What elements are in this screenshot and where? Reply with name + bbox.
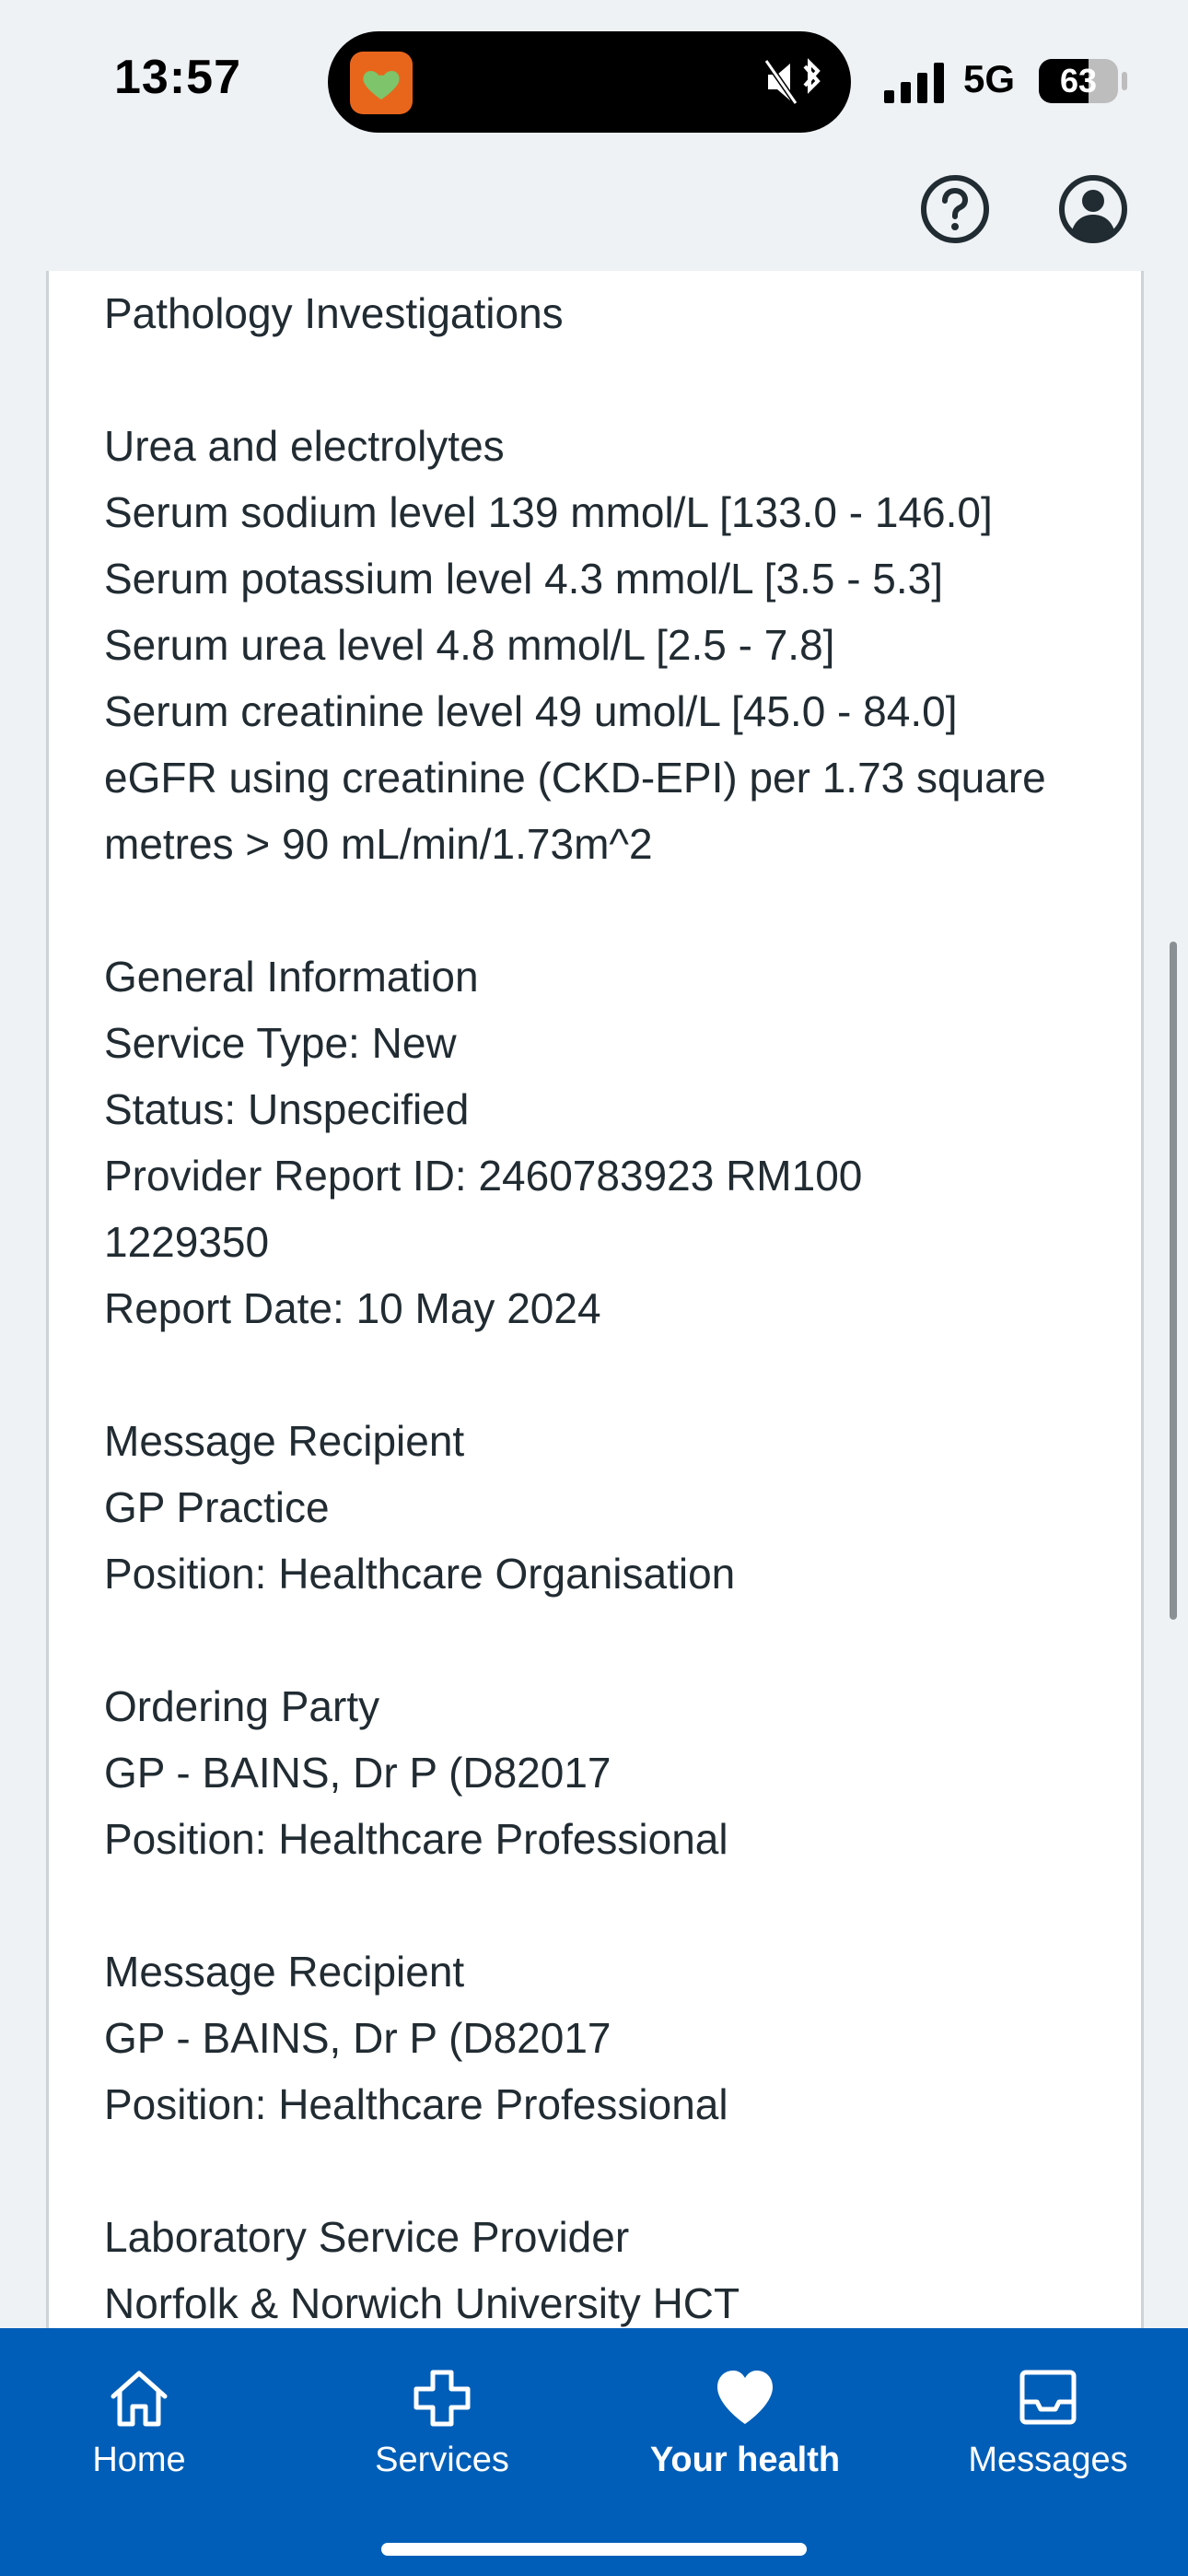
dynamic-island[interactable] <box>328 31 851 133</box>
report-line: Serum urea level 4.8 mmol/L [2.5 - 7.8] <box>104 621 835 669</box>
report-line: General Information <box>104 953 479 1001</box>
heart-icon <box>717 2371 773 2424</box>
status-time: 13:57 <box>114 51 241 104</box>
report-line: metres > 90 mL/min/1.73m^2 <box>104 820 653 868</box>
report-line: Ordering Party <box>104 1682 380 1730</box>
spacer-line <box>104 1872 1141 1938</box>
report-line: Message Recipient <box>104 1948 465 1996</box>
account-icon[interactable] <box>1057 173 1129 245</box>
inbox-icon <box>1019 2370 1077 2425</box>
report-line: Message Recipient <box>104 1417 465 1465</box>
report-line: GP - BAINS, Dr P (D82017 <box>104 1749 611 1797</box>
nav-your-health-label: Your health <box>649 2441 841 2479</box>
report-line: Provider Report ID: 2460783923 RM100 <box>104 1152 863 1200</box>
bluetooth-icon <box>803 58 821 94</box>
home-indicator[interactable] <box>381 2543 807 2556</box>
report-line: Serum potassium level 4.3 mmol/L [3.5 - … <box>104 555 944 603</box>
report-line: Service Type: New <box>104 1019 457 1067</box>
report-card[interactable]: Pathology Investigations Urea and electro… <box>46 271 1144 2335</box>
silent-mode-icon <box>764 58 821 105</box>
nav-home[interactable]: Home <box>1 2365 277 2503</box>
report-line: GP Practice <box>104 1483 330 1531</box>
app-activity-icon[interactable] <box>350 52 413 114</box>
report-line: eGFR using creatinine (CKD-EPI) per 1.73… <box>104 754 1046 802</box>
spacer-line <box>104 2137 1141 2204</box>
scrollbar[interactable] <box>1170 942 1177 1620</box>
report-line: Serum creatinine level 49 umol/L [45.0 -… <box>104 687 958 735</box>
battery-cap <box>1122 72 1127 90</box>
report-line: Pathology Investigations <box>104 289 564 337</box>
report-line: Report Date: 10 May 2024 <box>104 1284 601 1332</box>
spacer-line <box>104 1341 1141 1408</box>
report-line: 1229350 <box>104 1218 270 1266</box>
report-line: Position: Healthcare Professional <box>104 1815 728 1863</box>
bottom-navigation: Home Services Your health Messages <box>0 2328 1188 2576</box>
spacer-line <box>104 877 1141 943</box>
nav-messages[interactable]: Messages <box>910 2365 1186 2503</box>
home-icon <box>111 2371 168 2427</box>
nav-your-health[interactable]: Your health <box>607 2365 883 2503</box>
spacer-line <box>104 1607 1141 1673</box>
signal-icon <box>884 63 944 103</box>
status-bar: 13:57 5G 63 <box>0 0 1188 157</box>
spacer-line <box>104 346 1141 413</box>
report-line: GP - BAINS, Dr P (D82017 <box>104 2014 611 2062</box>
report-line: Serum sodium level 139 mmol/L [133.0 - 1… <box>104 488 993 536</box>
report-line: Position: Healthcare Professional <box>104 2080 728 2128</box>
top-toolbar <box>0 157 1188 271</box>
report-text: Pathology Investigations Urea and electro… <box>49 271 1141 2335</box>
report-line: Norfolk & Norwich University HCT <box>104 2279 740 2327</box>
plus-cross-icon <box>413 2370 471 2427</box>
nav-messages-label: Messages <box>968 2441 1128 2479</box>
help-icon[interactable] <box>919 173 991 245</box>
battery-percent: 63 <box>1059 62 1098 100</box>
nav-services-label: Services <box>375 2441 509 2479</box>
report-line: Status: Unspecified <box>104 1085 470 1133</box>
nav-home-label: Home <box>92 2441 186 2479</box>
report-line: Urea and electrolytes <box>104 422 505 470</box>
battery-icon: 63 <box>1039 59 1118 103</box>
report-line: Laboratory Service Provider <box>104 2213 630 2261</box>
network-type: 5G <box>963 57 1016 100</box>
report-line: Position: Healthcare Organisation <box>104 1550 736 1598</box>
nav-services[interactable]: Services <box>304 2365 580 2503</box>
